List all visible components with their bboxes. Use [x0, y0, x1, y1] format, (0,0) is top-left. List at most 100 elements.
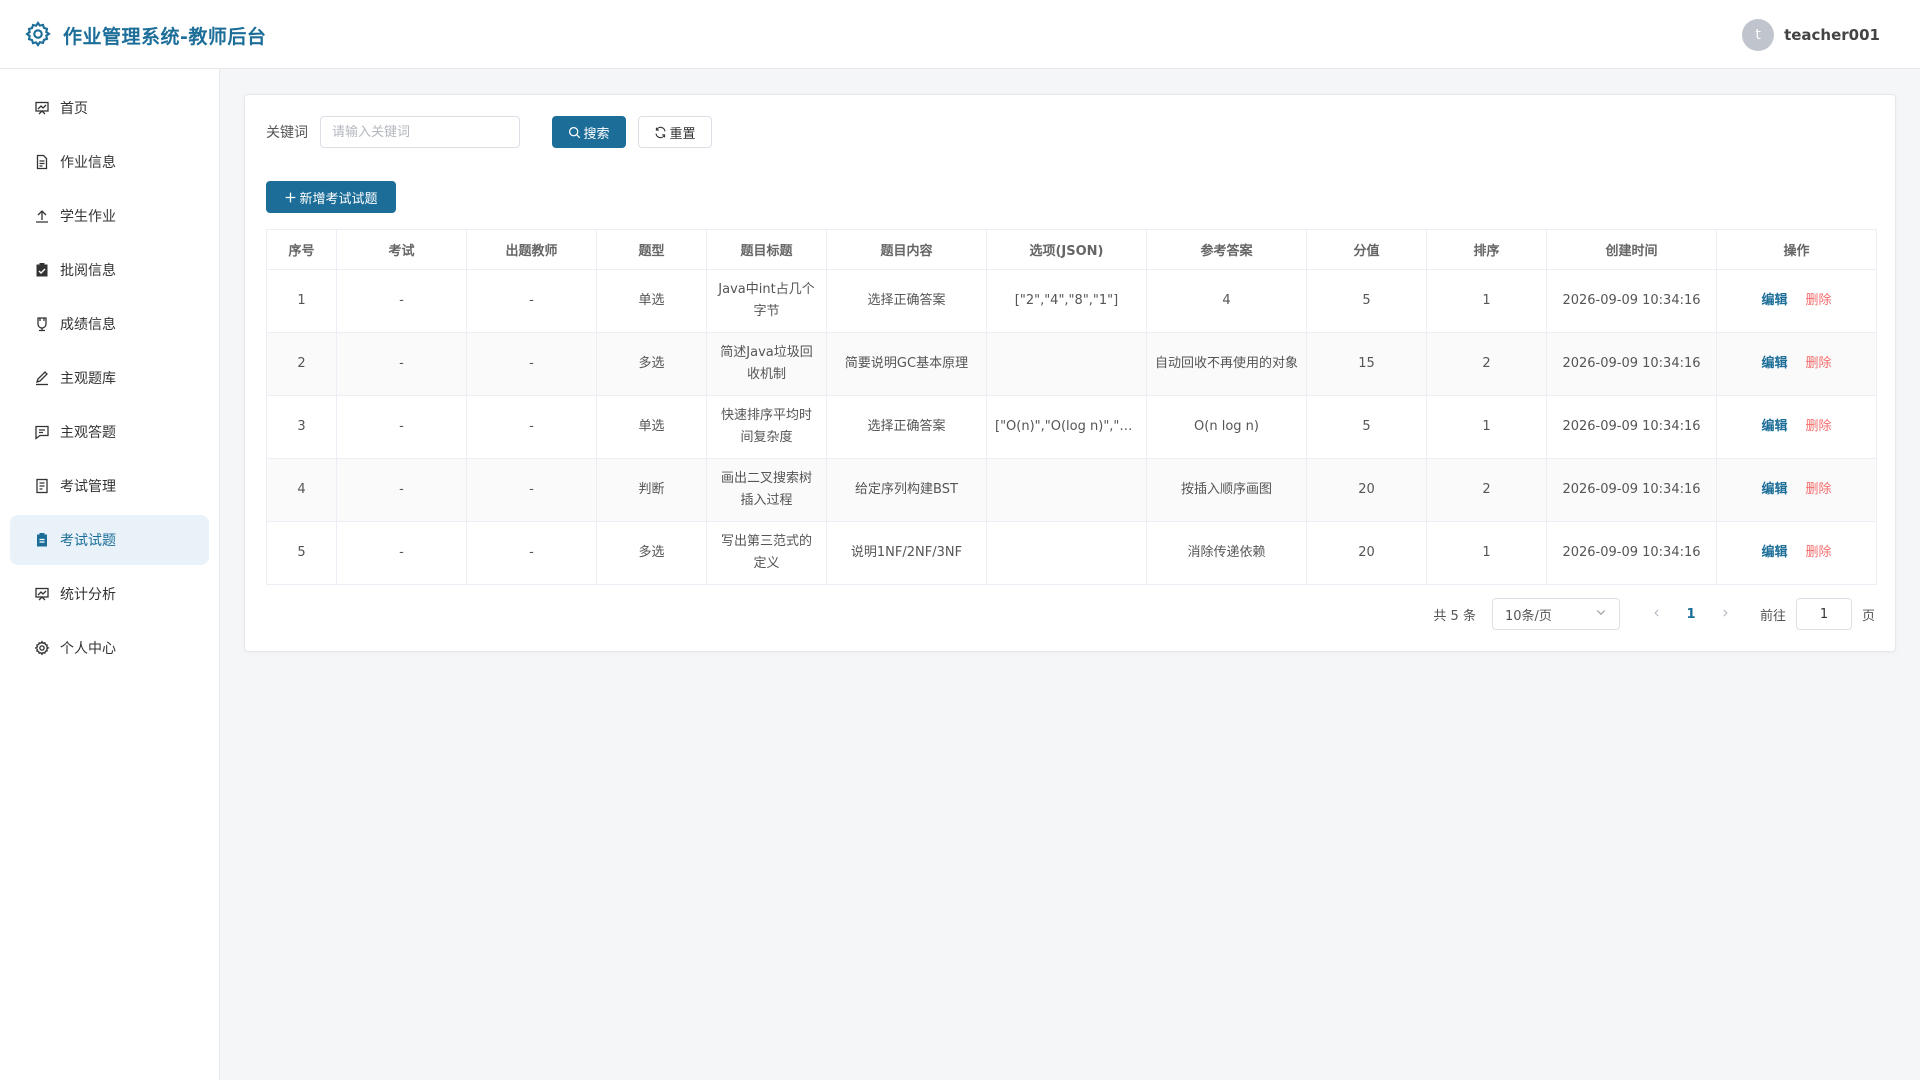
search-icon [568, 126, 581, 139]
cell-score: 5 [1306, 395, 1427, 459]
cell-actions: 编辑 删除 [1716, 269, 1877, 333]
add-button-label: 新增考试试题 [299, 191, 378, 207]
setting-icon [33, 639, 51, 657]
cell-content: 给定序列构建BST [826, 458, 987, 522]
cell-actions: 编辑 删除 [1716, 395, 1877, 459]
add-exam-question-button[interactable]: 新增考试试题 [266, 181, 396, 213]
cell-sort: 2 [1426, 458, 1547, 522]
username[interactable]: teacher001 [1784, 26, 1880, 44]
reset-button-label: 重置 [669, 126, 696, 142]
app-title: 作业管理系统-教师后台 [63, 26, 267, 48]
prev-page-button[interactable] [1642, 607, 1672, 622]
sidebar-item-exam-management[interactable]: 考试管理 [10, 461, 209, 511]
next-page-button[interactable] [1710, 607, 1740, 622]
sidebar-item-grades[interactable]: 成绩信息 [10, 299, 209, 349]
column-header[interactable]: 题型 [596, 229, 707, 270]
sidebar-item-homework-info[interactable]: 作业信息 [10, 137, 209, 187]
column-header[interactable]: 参考答案 [1146, 229, 1307, 270]
cell-answer: 自动回收不再使用的对象 [1146, 332, 1307, 396]
column-header[interactable]: 分值 [1306, 229, 1427, 270]
cell-created: 2026-09-09 10:34:16 [1546, 395, 1717, 459]
sidebar-item-subjective-answer[interactable]: 主观答题 [10, 407, 209, 457]
cell-answer-text: 4 [1222, 293, 1231, 308]
cell-exam: - [336, 269, 467, 333]
delete-link[interactable]: 删除 [1806, 545, 1832, 560]
sidebar-item-label: 首页 [60, 101, 88, 117]
pagination: 共 5 条 10条/页 1 前往 页 [1433, 598, 1875, 630]
cell-score: 20 [1306, 521, 1427, 585]
sidebar-item-label: 批阅信息 [60, 263, 116, 279]
page-size-select[interactable]: 10条/页 [1491, 598, 1620, 630]
cell-content: 选择正确答案 [826, 395, 987, 459]
delete-link[interactable]: 删除 [1806, 293, 1832, 308]
edit-link[interactable]: 编辑 [1761, 545, 1787, 560]
setting-logo-icon [24, 20, 52, 48]
sidebar-item-label: 成绩信息 [60, 317, 116, 333]
search-button[interactable]: 搜索 [552, 116, 626, 148]
page-unit-label: 页 [1861, 608, 1875, 624]
cell-options: ["2","4","8","1"] [986, 269, 1147, 333]
cell-answer: 消除传递依赖 [1146, 521, 1307, 585]
sidebar-item-label: 统计分析 [60, 587, 116, 603]
cell-title: Java中int占几个字节 [706, 269, 827, 333]
column-header[interactable]: 选项(JSON) [986, 229, 1147, 270]
column-header[interactable]: 题目内容 [826, 229, 987, 270]
edit-link[interactable]: 编辑 [1761, 293, 1787, 308]
chevron-down-icon [1595, 606, 1607, 622]
column-header[interactable]: 序号 [266, 229, 337, 270]
user-menu[interactable]: t teacher001 [1742, 19, 1880, 51]
delete-link[interactable]: 删除 [1806, 482, 1832, 497]
column-header[interactable]: 题目标题 [706, 229, 827, 270]
cell-answer: O(n log n) [1146, 395, 1307, 459]
cell-title: 画出二叉搜索树插入过程 [706, 458, 827, 522]
cell-content: 选择正确答案 [826, 269, 987, 333]
sidebar-item-label: 作业信息 [60, 155, 116, 171]
keyword-input[interactable] [320, 116, 520, 148]
goto-page-input[interactable] [1795, 598, 1852, 630]
table-row: 1 - - 单选 Java中int占几个字节 选择正确答案 ["2","4","… [266, 269, 1877, 333]
sidebar: 首页 作业信息 学生作业 批阅信息 成绩信息 主观题库 主观答题 考试管理 考试… [0, 69, 220, 1080]
cell-answer-text: 自动回收不再使用的对象 [1155, 356, 1298, 371]
chevron-right-icon [1723, 608, 1728, 617]
edit-link[interactable]: 编辑 [1761, 482, 1787, 497]
avatar[interactable]: t [1742, 19, 1775, 51]
cell-exam: - [336, 332, 467, 396]
edit-pen-icon [33, 369, 51, 387]
page-number-current[interactable]: 1 [1676, 607, 1706, 622]
search-bar: 关键词 搜索 重置 [266, 116, 712, 148]
column-header[interactable]: 排序 [1426, 229, 1547, 270]
table-row: 2 - - 多选 简述Java垃圾回收机制 简要说明GC基本原理 自动回收不再使… [266, 332, 1877, 396]
cell-score: 20 [1306, 458, 1427, 522]
clipboard-check-icon [33, 261, 51, 279]
sidebar-item-label: 个人中心 [60, 641, 116, 657]
sidebar-item-subjective-bank[interactable]: 主观题库 [10, 353, 209, 403]
cell-index: 1 [266, 269, 337, 333]
column-header[interactable]: 出题教师 [466, 229, 597, 270]
cell-index: 2 [266, 332, 337, 396]
sidebar-item-profile[interactable]: 个人中心 [10, 623, 209, 673]
cell-actions: 编辑 删除 [1716, 332, 1877, 396]
table-row: 5 - - 多选 写出第三范式的定义 说明1NF/2NF/3NF 消除传递依赖 … [266, 521, 1877, 585]
top-header: 作业管理系统-教师后台 t teacher001 [0, 0, 1920, 69]
cell-title: 快速排序平均时间复杂度 [706, 395, 827, 459]
sidebar-item-home[interactable]: 首页 [10, 83, 209, 133]
delete-link[interactable]: 删除 [1806, 356, 1832, 371]
sidebar-item-statistics[interactable]: 统计分析 [10, 569, 209, 619]
document-icon [33, 153, 51, 171]
cell-sort: 1 [1426, 395, 1547, 459]
cell-created: 2026-09-09 10:34:16 [1546, 269, 1717, 333]
edit-link[interactable]: 编辑 [1761, 356, 1787, 371]
delete-link[interactable]: 删除 [1806, 419, 1832, 434]
home-icon [33, 99, 51, 117]
sidebar-item-student-homework[interactable]: 学生作业 [10, 191, 209, 241]
column-header[interactable]: 创建时间 [1546, 229, 1717, 270]
sidebar-item-label: 学生作业 [60, 209, 116, 225]
cell-score: 5 [1306, 269, 1427, 333]
trophy-icon [33, 315, 51, 333]
sidebar-item-exam-questions[interactable]: 考试试题 [10, 515, 209, 565]
edit-link[interactable]: 编辑 [1761, 419, 1787, 434]
column-header[interactable]: 考试 [336, 229, 467, 270]
sidebar-item-label: 主观题库 [60, 371, 116, 387]
sidebar-item-review-info[interactable]: 批阅信息 [10, 245, 209, 295]
reset-button[interactable]: 重置 [638, 116, 712, 148]
